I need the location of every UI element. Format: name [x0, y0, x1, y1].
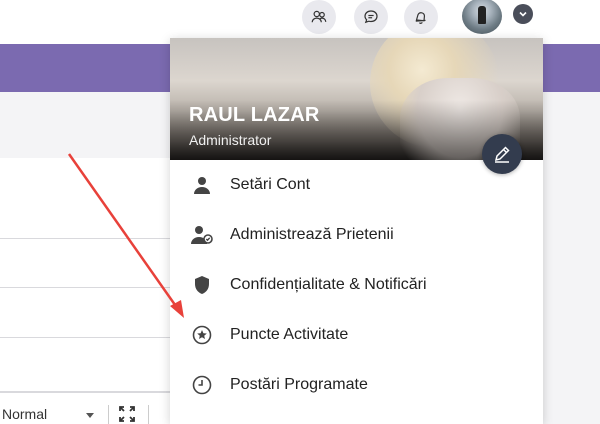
menu-item-privacy-notifications[interactable]: Confidențialitate & Notificări [170, 260, 543, 310]
menu-item-activity-points[interactable]: Puncte Activitate [170, 310, 543, 360]
user-dropdown-menu: RAUL LAZAR Administrator Setări Cont Adm… [170, 38, 543, 424]
menu-item-label: Administrează Prietenii [230, 226, 394, 243]
user-name: RAUL LAZAR [189, 104, 320, 126]
menu-item-label: Confidențialitate & Notificări [230, 276, 427, 293]
group-icon[interactable] [302, 0, 336, 34]
expand-icon[interactable] [118, 405, 136, 423]
menu-item-label: Puncte Activitate [230, 326, 349, 343]
divider [0, 287, 170, 288]
toolbar-separator [108, 405, 109, 424]
toolbar-separator [148, 405, 149, 424]
clock-icon [190, 373, 214, 397]
menu-item-label: Postări Programate [230, 376, 368, 393]
menu-item-label: Setări Cont [230, 176, 311, 193]
chat-icon[interactable] [354, 0, 388, 34]
user-avatar[interactable] [462, 0, 502, 34]
divider [0, 337, 170, 338]
menu-item-account-settings[interactable]: Setări Cont [170, 160, 543, 210]
bell-icon[interactable] [404, 0, 438, 34]
star-circle-icon [190, 323, 214, 347]
caret-down-icon[interactable] [86, 413, 94, 418]
format-select[interactable]: Normal [2, 406, 47, 422]
user-icon [190, 173, 214, 197]
divider [0, 238, 170, 239]
chevron-down-icon[interactable] [513, 4, 533, 24]
menu-item-scheduled-posts[interactable]: Postări Programate [170, 360, 543, 410]
manage-friends-icon [190, 223, 214, 247]
menu-item-manage-friends[interactable]: Administrează Prietenii [170, 210, 543, 260]
content-panel [0, 158, 170, 424]
shield-icon [190, 273, 214, 297]
user-role: Administrator [189, 132, 272, 148]
